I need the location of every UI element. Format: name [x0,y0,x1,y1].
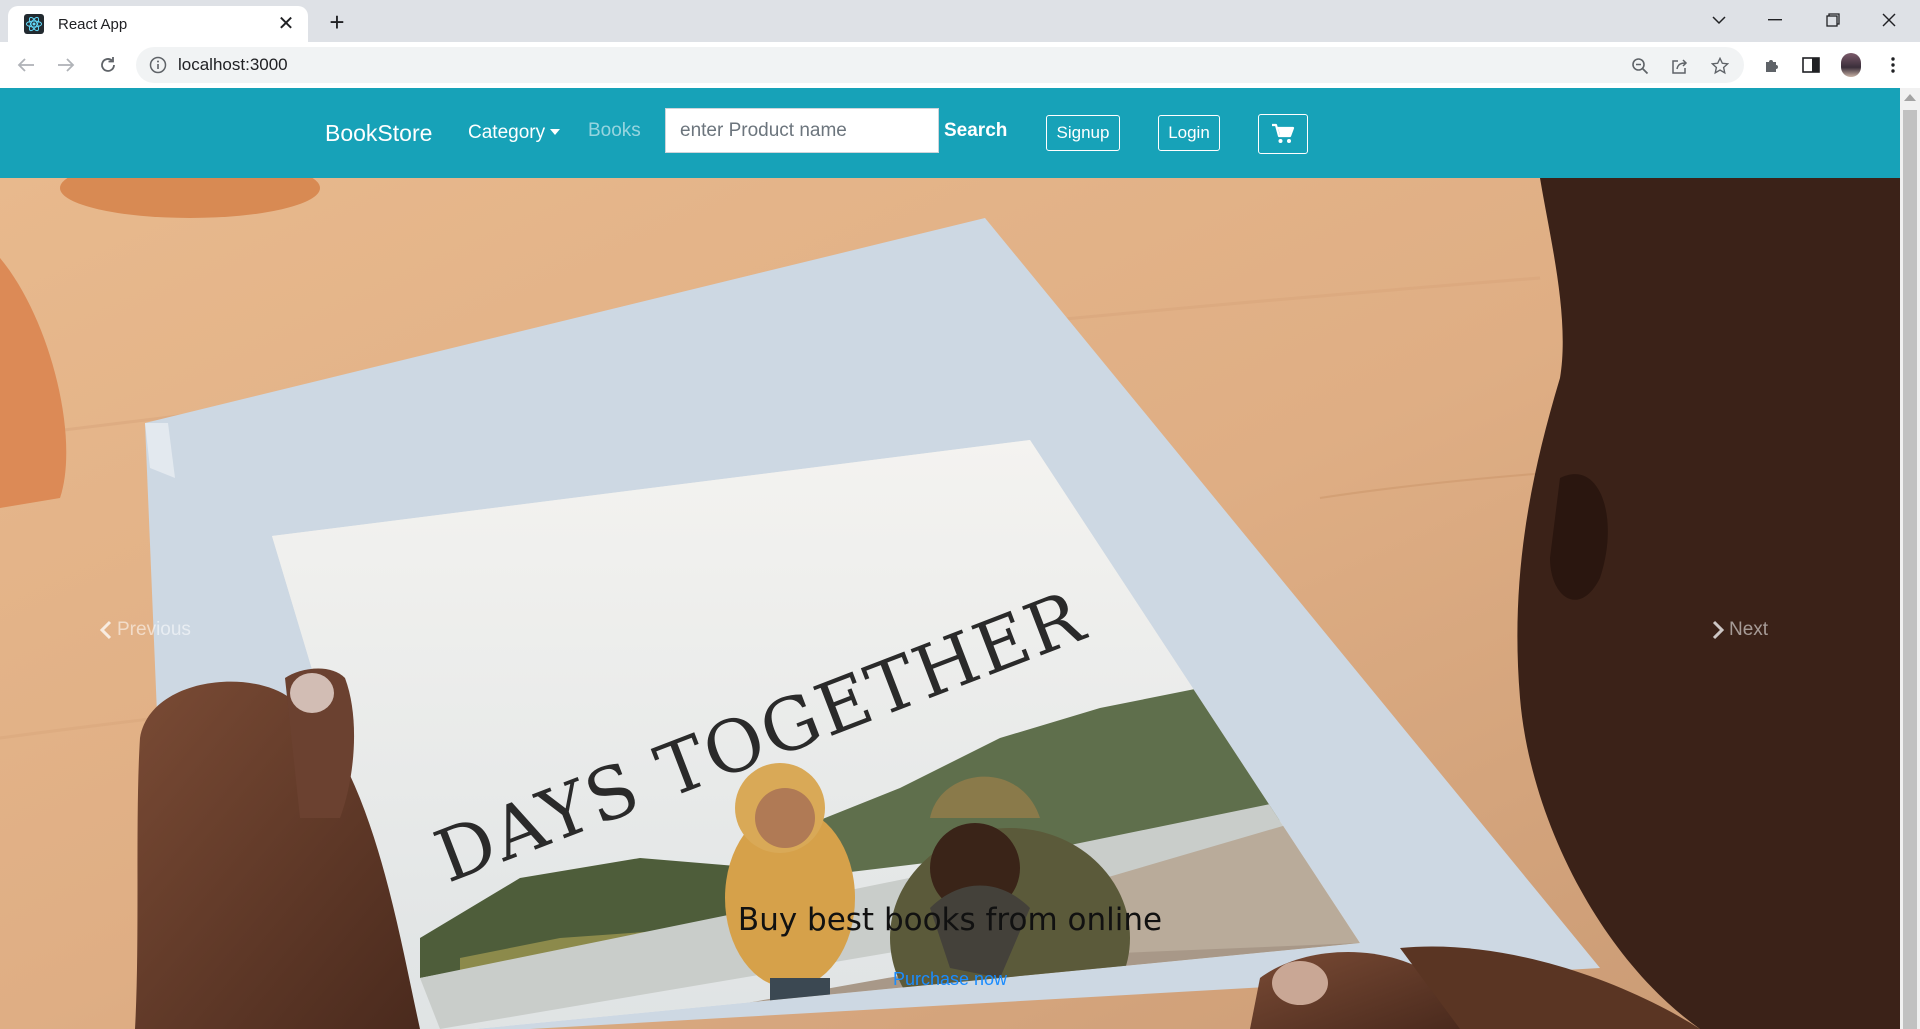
close-window-icon[interactable] [1866,4,1912,36]
browser-tabstrip: React App ✕ + [0,0,1920,42]
side-panel-icon[interactable] [1798,52,1824,78]
address-bar[interactable]: localhost:3000 [136,47,1744,83]
chevron-right-icon [1712,620,1725,640]
previous-label: Previous [117,619,191,640]
carousel-next[interactable]: Next [1711,615,1768,645]
signup-button[interactable]: Signup [1046,115,1120,151]
browser-menu-icon[interactable] [1880,52,1906,78]
url-text: localhost:3000 [178,55,288,74]
share-icon[interactable] [1668,54,1692,78]
hero-carousel: DAYS TOGETHER Previous Next Buy best boo… [0,178,1900,1029]
close-tab-icon[interactable]: ✕ [276,14,296,34]
reload-icon[interactable] [92,49,124,81]
bookmark-star-icon[interactable] [1708,54,1732,78]
site-info-icon[interactable] [148,55,168,75]
scroll-up-arrow-icon[interactable] [1904,94,1916,101]
profile-avatar[interactable] [1838,52,1864,78]
caret-down-icon [550,129,561,135]
restore-icon[interactable] [1810,4,1856,36]
brand-logo[interactable]: BookStore [325,88,432,178]
browser-toolbar: localhost:3000 [0,42,1920,88]
new-tab-icon[interactable]: + [322,8,352,38]
nav-link-books[interactable]: Books [588,88,641,174]
product-search-input[interactable] [665,108,939,153]
scrollbar-thumb[interactable] [1903,110,1917,1029]
page-scrollbar[interactable] [1900,88,1920,1029]
zoom-icon[interactable] [1628,54,1652,78]
carousel-caption-heading: Buy best books from online [737,902,1163,938]
react-logo-icon [24,14,44,34]
category-dropdown[interactable]: Category [468,88,561,178]
purchase-now-link[interactable]: Purchase now [0,969,1900,990]
cart-button[interactable] [1258,114,1308,154]
chevron-left-icon [99,620,112,640]
minimize-icon[interactable] [1752,4,1798,36]
search-button[interactable]: Search [944,108,1007,153]
next-label: Next [1729,619,1769,640]
login-button[interactable]: Login [1158,115,1220,151]
category-label: Category [468,122,546,143]
back-arrow-icon[interactable] [10,49,42,81]
page-viewport: BookStore Category Books Search Signup L… [0,88,1920,1029]
tab-title: React App [58,15,128,33]
tab-search-icon[interactable] [1696,4,1742,36]
extensions-puzzle-icon[interactable] [1760,52,1786,78]
cart-icon [1272,123,1295,143]
carousel-previous[interactable]: Previous [99,615,191,645]
forward-arrow-icon[interactable] [50,49,82,81]
browser-tab-active[interactable]: React App ✕ [8,6,308,42]
app-navbar: BookStore Category Books Search Signup L… [0,88,1900,178]
